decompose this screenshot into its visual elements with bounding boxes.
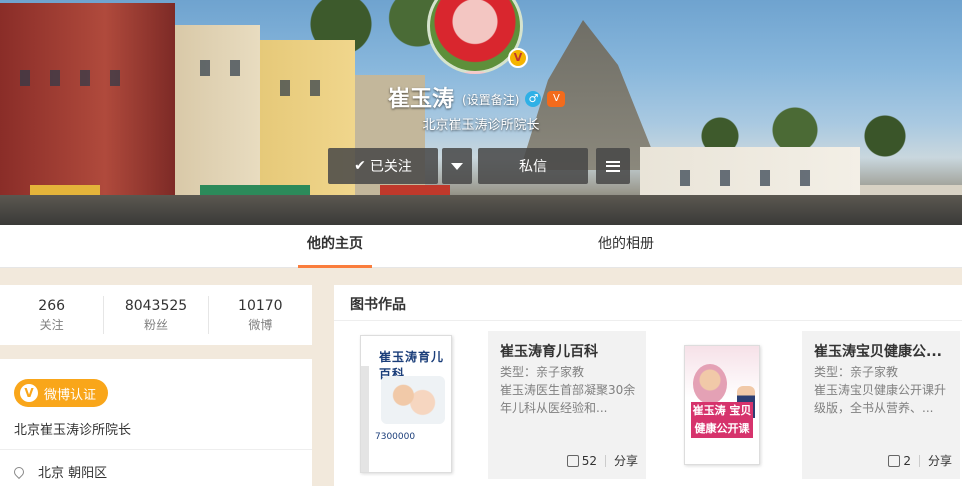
banner-window	[760, 170, 770, 186]
like-count[interactable]: 2	[903, 454, 911, 468]
stat-value: 10170	[238, 298, 283, 314]
divider	[918, 454, 920, 467]
banner-window	[200, 60, 210, 76]
banner-window	[20, 70, 30, 86]
book-actions: 52 分享	[566, 452, 638, 469]
tab-home[interactable]: 他的主页	[298, 225, 372, 268]
book-title[interactable]: 崔玉涛宝贝健康公...	[814, 341, 950, 361]
stat-label: 粉丝	[143, 318, 168, 332]
verified-badge-label: 微博认证	[44, 387, 97, 403]
more-menu-button[interactable]	[596, 148, 630, 184]
banner-awning	[200, 185, 310, 195]
like-count[interactable]: 52	[582, 454, 597, 468]
banner-awning	[30, 185, 100, 195]
stat-value: 266	[38, 298, 66, 314]
book-info: 崔玉涛宝贝健康公... 类型：亲子家教 崔玉涛宝贝健康公开课升级版，全书从营养、…	[802, 331, 960, 479]
verified-description: 北京崔玉涛诊所院长	[14, 423, 132, 438]
book-card: 崔玉涛 宝贝健康公开课 崔玉涛宝贝健康公... 类型：亲子家教 崔玉涛宝贝健康公…	[668, 331, 960, 479]
book-actions: 2 分享	[888, 452, 952, 469]
share-button[interactable]: 分享	[928, 452, 952, 469]
book-description: 崔玉涛宝贝健康公开课升级版，全书从营养、...	[814, 383, 947, 415]
following-button[interactable]: ✔ 已关注	[328, 148, 438, 184]
books-header: 图书作品	[334, 285, 962, 321]
cover-banner: V 崔玉涛 (设置备注) ♂ V 北京崔玉涛诊所院长 ✔ 已关注 私信	[0, 0, 962, 225]
location-text: 北京 朝阳区	[38, 466, 108, 481]
set-remark-link[interactable]: (设置备注)	[462, 91, 519, 108]
stat-followers[interactable]: 8043525 粉丝	[104, 296, 209, 334]
cover-number: 7300000	[375, 432, 416, 442]
book-cover[interactable]: 崔玉涛 宝贝健康公开课	[684, 345, 760, 465]
banner-window	[280, 80, 290, 96]
message-button[interactable]: 私信	[478, 148, 588, 184]
book-info: 崔玉涛育儿百科 类型：亲子家教 崔玉涛医生首部凝聚30余年儿科从医经验和... …	[488, 331, 646, 479]
book-type: 类型：亲子家教	[500, 365, 585, 379]
stat-label: 关注	[39, 318, 64, 332]
profile-verified-title: 北京崔玉涛诊所院长	[422, 118, 540, 133]
banner-window	[50, 70, 60, 86]
banner-window	[720, 170, 730, 186]
stat-value: 8043525	[124, 298, 188, 314]
stat-posts[interactable]: 10170 微博	[209, 296, 312, 334]
banner-window	[80, 70, 90, 86]
banner-window	[230, 60, 240, 76]
like-icon[interactable]	[566, 454, 579, 467]
weibo-verified-badge[interactable]: V 微博认证	[14, 379, 109, 407]
book-type: 类型：亲子家教	[814, 365, 899, 379]
caret-down-icon	[451, 162, 463, 170]
book-description: 崔玉涛医生首部凝聚30余年儿科从医经验和...	[500, 383, 636, 415]
banner-window	[800, 170, 810, 186]
profile-info-card: V 微博认证 北京崔玉涛诊所院长 北京 朝阳区	[0, 359, 312, 486]
cover-title: 崔玉涛 宝贝健康公开课	[691, 402, 753, 438]
gender-male-icon: ♂	[525, 91, 542, 107]
profile-name: 崔玉涛	[388, 87, 455, 112]
follow-dropdown-button[interactable]	[442, 148, 472, 184]
vip-icon[interactable]: V	[547, 91, 566, 107]
book-title[interactable]: 崔玉涛育儿百科	[500, 341, 636, 361]
like-icon[interactable]	[888, 454, 901, 467]
tab-album[interactable]: 他的相册	[586, 225, 666, 268]
profile-actions: ✔ 已关注 私信	[328, 148, 630, 184]
cover-photo	[693, 364, 727, 404]
books-section-title: 图书作品	[350, 297, 406, 313]
banner-window	[310, 80, 320, 96]
profile-name-row: 崔玉涛 (设置备注) ♂ V	[388, 82, 566, 112]
book-card: 崔玉涛育儿百科 7300000 崔玉涛育儿百科 类型：亲子家教 崔玉涛医生首部凝…	[354, 331, 646, 479]
banner-window	[110, 70, 120, 86]
divider	[0, 449, 312, 450]
following-label: 已关注	[369, 159, 412, 175]
book-cover[interactable]: 崔玉涛育儿百科 7300000	[360, 335, 452, 473]
banner-awning	[380, 185, 450, 195]
verified-v-icon: V	[20, 384, 38, 402]
banner-ground	[0, 195, 962, 225]
location-row: 北京 朝阳区	[11, 462, 108, 481]
check-icon: ✔	[354, 158, 366, 174]
profile-tabs: 他的主页 他的相册	[0, 225, 962, 268]
avatar-verified-icon: V	[508, 48, 528, 68]
stats-card: 266 关注 8043525 粉丝 10170 微博	[0, 285, 312, 345]
stat-label: 微博	[248, 318, 273, 332]
share-button[interactable]: 分享	[614, 452, 638, 469]
banner-window	[680, 170, 690, 186]
stat-following[interactable]: 266 关注	[0, 296, 105, 334]
divider	[604, 454, 606, 467]
cover-photo	[381, 376, 445, 424]
books-panel: 图书作品 崔玉涛育儿百科 7300000 崔玉涛育儿百科 类型：亲子家教 崔玉涛…	[334, 285, 962, 486]
location-pin-icon	[11, 464, 27, 479]
menu-icon	[606, 160, 620, 172]
